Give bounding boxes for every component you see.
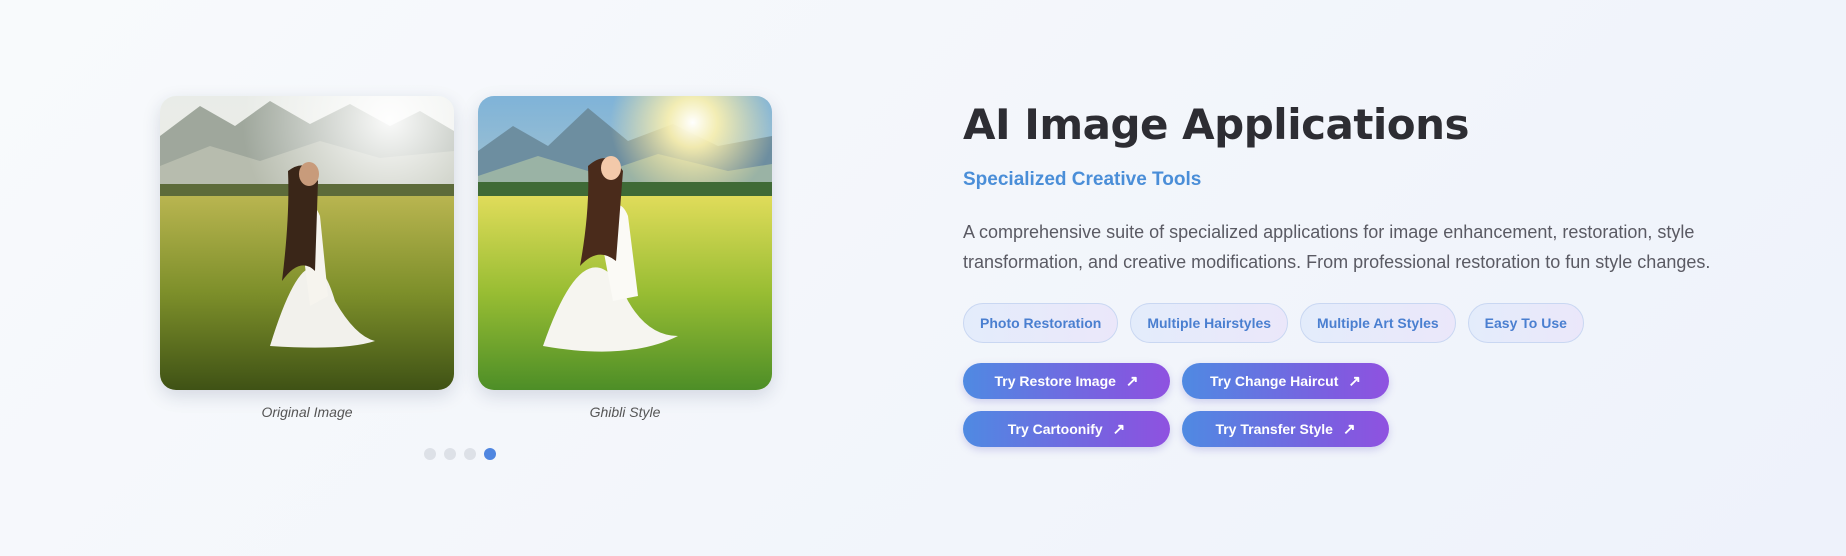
content-panel: AI Image Applications Specialized Creati… [963, 100, 1823, 447]
original-image-card: Original Image [160, 96, 454, 420]
try-change-haircut-button[interactable]: Try Change Haircut ↗ [1182, 363, 1389, 399]
image-pair: Original Image Ghibli Style [160, 96, 772, 420]
tag-photo-restoration: Photo Restoration [963, 303, 1119, 343]
ghibli-style-image [478, 96, 772, 390]
arrow-up-right-icon: ↗ [1112, 420, 1126, 438]
try-transfer-style-button[interactable]: Try Transfer Style ↗ [1182, 411, 1389, 447]
carousel-dot-4[interactable] [484, 448, 496, 460]
original-image-caption: Original Image [261, 404, 353, 420]
ghibli-image-card: Ghibli Style [478, 96, 772, 420]
feature-tags: Photo Restoration Multiple Hairstyles Mu… [963, 303, 1823, 343]
try-cartoonify-button[interactable]: Try Cartoonify ↗ [963, 411, 1170, 447]
carousel-dots [424, 448, 496, 460]
try-change-haircut-label: Try Change Haircut [1210, 373, 1339, 389]
carousel-dot-3[interactable] [464, 448, 476, 460]
page-title: AI Image Applications [963, 100, 1470, 149]
try-restore-image-button[interactable]: Try Restore Image ↗ [963, 363, 1170, 399]
arrow-up-right-icon: ↗ [1125, 372, 1139, 390]
arrow-up-right-icon: ↗ [1348, 372, 1361, 390]
carousel-dot-1[interactable] [424, 448, 436, 460]
ghibli-image-caption: Ghibli Style [589, 404, 661, 420]
try-transfer-style-label: Try Transfer Style [1215, 421, 1333, 437]
tag-easy-to-use: Easy To Use [1467, 303, 1584, 343]
try-cartoonify-label: Try Cartoonify [1007, 421, 1103, 437]
arrow-up-right-icon: ↗ [1342, 420, 1356, 438]
page-description: A comprehensive suite of specialized app… [963, 222, 1711, 272]
carousel-dot-2[interactable] [444, 448, 456, 460]
try-restore-image-label: Try Restore Image [994, 373, 1116, 389]
tag-multiple-art-styles: Multiple Art Styles [1300, 303, 1456, 343]
tag-multiple-hairstyles: Multiple Hairstyles [1130, 303, 1289, 343]
image-gallery: Original Image Ghibli Style [160, 96, 772, 460]
page-subtitle: Specialized Creative Tools [963, 169, 1202, 190]
action-buttons: Try Restore Image ↗ Try Change Haircut ↗… [963, 363, 1823, 447]
original-image [160, 96, 454, 390]
